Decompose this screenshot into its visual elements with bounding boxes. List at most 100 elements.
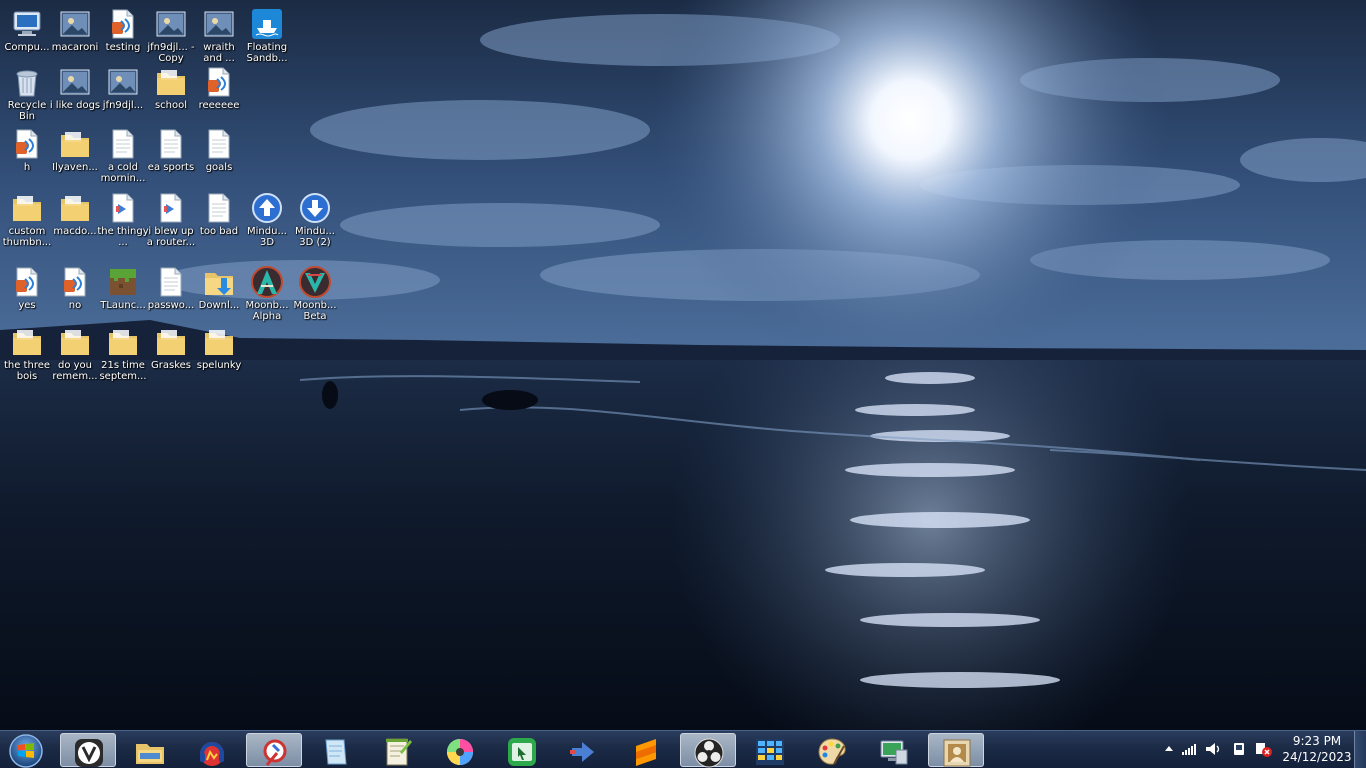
desktop-icon[interactable]: 21s time septem...: [99, 322, 147, 386]
folder-icon: [13, 196, 41, 221]
desktop-icon[interactable]: h: [3, 124, 51, 188]
desktop-icon-label: testing: [105, 42, 141, 53]
desktop-icon[interactable]: Recycle Bin: [3, 62, 51, 126]
image-icon: [204, 11, 234, 37]
downloads-folder-icon: [205, 273, 233, 295]
desktop-icon[interactable]: i blew up a router...: [147, 188, 195, 252]
desktop-icon[interactable]: ea sports: [147, 124, 195, 188]
start-button[interactable]: [4, 732, 48, 768]
taskbar-app-button[interactable]: [742, 733, 798, 767]
desktop-icon[interactable]: too bad: [195, 188, 243, 252]
desktop-icon[interactable]: Mindu... 3D: [243, 188, 291, 252]
folder-icon: [205, 330, 233, 355]
desktop-icon[interactable]: the thingy ...: [97, 188, 149, 252]
desktop-icon[interactable]: spelunky: [195, 322, 243, 386]
desktop-icon[interactable]: macaroni: [51, 4, 99, 68]
desktop-icon[interactable]: the three bois: [3, 322, 51, 386]
media-file-icon: [112, 193, 134, 223]
show-hidden-icons-icon[interactable]: [1160, 740, 1178, 758]
taskbar-app-button[interactable]: [432, 733, 488, 767]
desktop-icon-label: h: [23, 162, 31, 173]
taskbar-app-button[interactable]: [184, 733, 240, 767]
moonbase-alpha-icon: [251, 266, 283, 298]
desktop-icon[interactable]: yes: [3, 262, 51, 326]
desktop-icon[interactable]: Moonb... Alpha: [243, 262, 291, 326]
desktop-icon[interactable]: jfn9djl... - Copy: [147, 4, 195, 68]
desktop-icon[interactable]: testing: [99, 4, 147, 68]
spreadsheet-grid-icon: [756, 739, 784, 765]
desktop-icon[interactable]: reeeeee: [195, 62, 243, 126]
recycle-bin-icon: [16, 70, 38, 97]
taskbar-app-button[interactable]: [680, 733, 736, 768]
desktop-icon[interactable]: Downl...: [195, 262, 243, 326]
taskbar-app-button[interactable]: [60, 733, 116, 767]
network-signal-icon[interactable]: [1180, 740, 1198, 758]
volume-icon[interactable]: [1204, 740, 1222, 758]
desktop-icon[interactable]: no: [51, 262, 99, 326]
desktop-icon[interactable]: i like dogs: [50, 62, 100, 126]
desktop-icon[interactable]: Floating Sandb...: [243, 4, 291, 68]
download-arrow-icon: [300, 193, 330, 223]
desktop-icon-label: do you remem...: [52, 360, 98, 382]
desktop-icon[interactable]: school: [147, 62, 195, 126]
desktop-icon-label: Mindu... 3D (2): [295, 226, 335, 248]
desktop-icon-label: Ilyaven...: [52, 162, 98, 173]
audio-file-icon: [112, 9, 134, 39]
taskbar-app-button[interactable]: [246, 733, 302, 767]
paint-tool-icon: [263, 739, 287, 766]
desktop-icon[interactable]: wraith and ...: [195, 4, 243, 68]
vivaldi-icon: [75, 739, 103, 767]
minecraft-block-icon: [110, 269, 136, 295]
show-desktop-button[interactable]: [1354, 731, 1366, 768]
taskbar-app-button[interactable]: [122, 733, 178, 767]
desktop-icon-label: TLaunc...: [100, 300, 146, 311]
clock-date: 24/12/2023: [1282, 750, 1352, 764]
desktop-icon[interactable]: Mindu... 3D (2): [291, 188, 339, 252]
desktop-icon[interactable]: macdo...: [51, 188, 99, 252]
desktop-icon[interactable]: Graskes: [147, 322, 195, 386]
desktop-icon[interactable]: goals: [195, 124, 243, 188]
desktop-icon-area: Compu... macaroni testing jfn9djl... - Copy…: [0, 0, 1366, 730]
taskbar-app-button[interactable]: [370, 733, 426, 767]
desktop-icon[interactable]: Compu...: [3, 4, 51, 68]
desktop-icon-label: Downl...: [198, 300, 240, 311]
desktop-icon-label: goals: [205, 162, 233, 173]
taskbar-app-button[interactable]: [804, 733, 860, 767]
desktop-icon-label: jfn9djl...: [102, 100, 144, 111]
folder-icon: [61, 330, 89, 355]
obs-studio-icon: [694, 738, 724, 768]
taskbar-app-button[interactable]: [494, 733, 550, 767]
desktop-icon-label: a cold mornin...: [100, 162, 146, 184]
desktop-icon-label: Floating Sandb...: [246, 42, 288, 64]
action-center-icon[interactable]: [1254, 740, 1272, 758]
desktop-icon[interactable]: TLaunc...: [99, 262, 147, 326]
desktop-icon[interactable]: jfn9djl...: [99, 62, 147, 126]
desktop-icon[interactable]: custom thumbn...: [3, 188, 51, 252]
desktop-icon[interactable]: Moonb... Beta: [291, 262, 339, 326]
media-file-icon: [160, 193, 182, 223]
taskbar-app-button[interactable]: [308, 733, 364, 767]
taskbar-app-button[interactable]: [618, 733, 674, 767]
desktop-icon[interactable]: a cold mornin...: [99, 124, 147, 188]
taskbar-app-button[interactable]: [928, 733, 984, 767]
desktop-icon-label: the three bois: [3, 360, 51, 382]
desktop-icon-label: Recycle Bin: [7, 100, 47, 122]
taskbar-clock[interactable]: 9:23 PM 24/12/2023: [1278, 733, 1356, 767]
sublime-text-icon: [636, 739, 656, 766]
desktop-icon[interactable]: passwo...: [147, 262, 195, 326]
moonbase-beta-icon: [299, 266, 331, 298]
audio-file-icon: [208, 67, 230, 97]
desktop-icon-label: Moonb... Alpha: [245, 300, 289, 322]
desktop-icon[interactable]: Ilyaven...: [51, 124, 99, 188]
desktop-icon-label: jfn9djl... - Copy: [147, 42, 195, 64]
desktop-icon-label: macaroni: [51, 42, 99, 53]
desktop-icon[interactable]: do you remem...: [51, 322, 99, 386]
clock-time: 9:23 PM: [1292, 734, 1342, 748]
taskbar-app-button[interactable]: [556, 733, 612, 767]
device-icon[interactable]: [1230, 740, 1248, 758]
taskbar-app-button[interactable]: [866, 733, 922, 767]
desktop-icon-label: macdo...: [53, 226, 97, 237]
audio-app-icon: [200, 742, 224, 766]
desktop-icon-label: reeeeee: [198, 100, 240, 111]
desktop-icon-label: i blew up a router...: [146, 226, 196, 248]
